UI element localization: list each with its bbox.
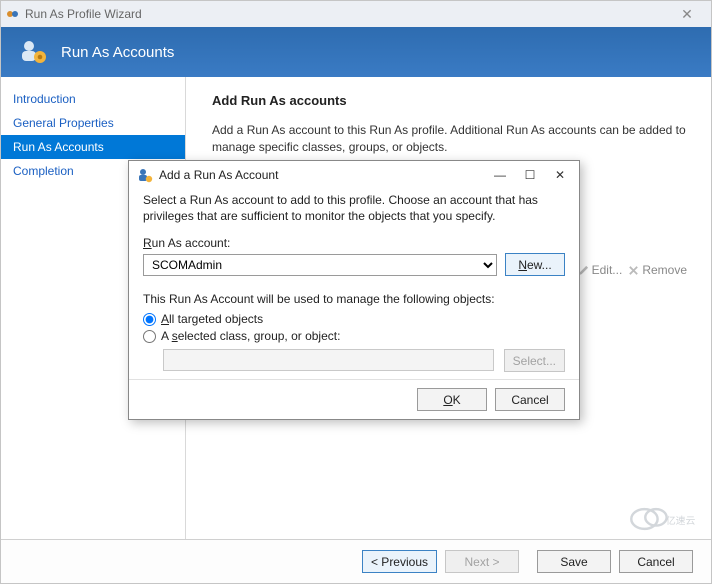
sidebar-item-introduction[interactable]: Introduction: [1, 87, 185, 111]
next-button: Next >: [445, 550, 519, 573]
cancel-button-dialog[interactable]: Cancel: [495, 388, 565, 411]
used-for-text: This Run As Account will be used to mana…: [143, 292, 565, 306]
run-as-account-select[interactable]: SCOMAdmin: [143, 254, 497, 276]
select-object-button: Select...: [504, 349, 565, 372]
runas-icon: [17, 36, 49, 68]
dialog-instruction: Select a Run As account to add to this p…: [143, 193, 565, 224]
radio-all-label: All targeted objects: [161, 312, 263, 326]
dialog-titlebar: Add a Run As Account — ☐ ✕: [129, 161, 579, 189]
dialog-footer: OK Cancel: [129, 379, 579, 419]
edit-label: Edit...: [592, 263, 623, 277]
save-button[interactable]: Save: [537, 550, 611, 573]
dialog-maximize-button[interactable]: ☐: [515, 168, 545, 182]
ok-button[interactable]: OK: [417, 388, 487, 411]
window-title: Run As Profile Wizard: [21, 7, 667, 21]
window-close-button[interactable]: ✕: [667, 6, 707, 23]
dialog-icon: [137, 167, 153, 183]
window-titlebar: Run As Profile Wizard ✕: [1, 1, 711, 27]
banner-title: Run As Accounts: [61, 44, 174, 61]
radio-selected-object-input[interactable]: [143, 330, 156, 343]
remove-action[interactable]: Remove: [628, 263, 687, 277]
wizard-banner: Run As Accounts: [1, 27, 711, 77]
sidebar-item-run-as-accounts[interactable]: Run As Accounts: [1, 135, 185, 159]
sidebar-item-general-properties[interactable]: General Properties: [1, 111, 185, 135]
add-run-as-account-dialog: Add a Run As Account — ☐ ✕ Select a Run …: [128, 160, 580, 420]
edit-action[interactable]: Edit...: [578, 263, 623, 277]
new-account-button[interactable]: New...: [505, 253, 565, 276]
radio-selected-object[interactable]: A selected class, group, or object:: [143, 329, 565, 343]
previous-button[interactable]: < Previous: [362, 550, 437, 573]
selected-object-field: [163, 349, 494, 371]
delete-icon: [628, 265, 639, 276]
dialog-title: Add a Run As Account: [159, 168, 485, 182]
remove-label: Remove: [642, 263, 687, 277]
radio-selected-label: A selected class, group, or object:: [161, 329, 340, 343]
wizard-icon: [5, 6, 21, 22]
dialog-minimize-button[interactable]: —: [485, 168, 515, 182]
page-description: Add a Run As account to this Run As prof…: [212, 122, 691, 156]
dialog-close-button[interactable]: ✕: [545, 168, 575, 182]
cancel-button-footer[interactable]: Cancel: [619, 550, 693, 573]
run-as-account-label: Run As account:: [143, 236, 565, 250]
page-heading: Add Run As accounts: [212, 93, 691, 108]
wizard-footer: < Previous Next > Save Cancel: [1, 539, 711, 583]
radio-all-targeted[interactable]: All targeted objects: [143, 312, 565, 326]
radio-all-targeted-input[interactable]: [143, 313, 156, 326]
